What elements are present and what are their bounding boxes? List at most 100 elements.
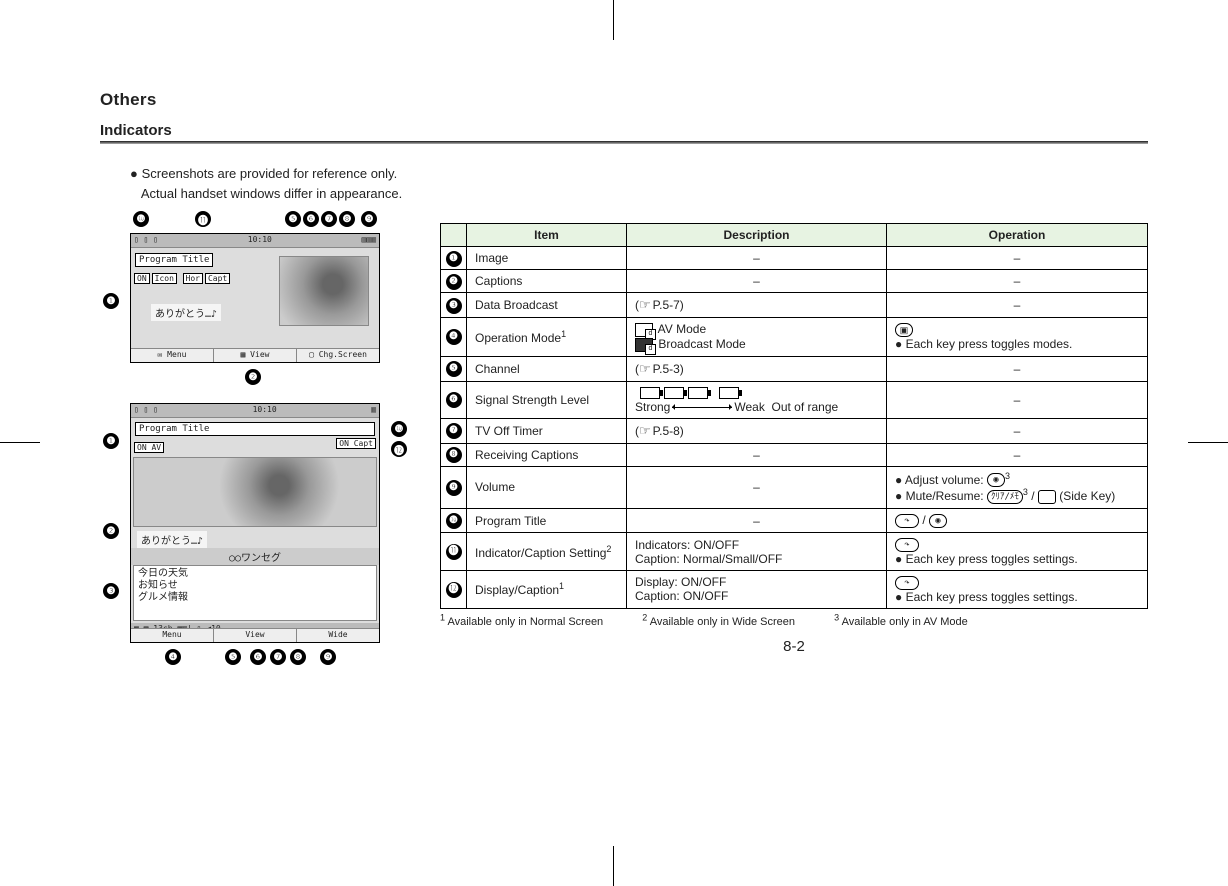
callout-11: ⓫ [195, 211, 211, 227]
row-index-icon: ❺ [446, 361, 462, 377]
on-capt-badge: ON Capt [336, 438, 376, 449]
callout-5b: ❺ [225, 649, 241, 665]
caption-text-jp: ありがとう…♪ [151, 304, 221, 321]
row-desc: – [627, 466, 887, 509]
row-item: Image [467, 247, 627, 270]
row-operation: ▣● Each key press toggles modes. [887, 318, 1148, 357]
softkey-menu: Menu [131, 629, 214, 642]
screenshot-column: ❿ ⓫ ❺ ❻ ❼ ❽ ❾ ❶ ❷ ▯ ▯ ▯ 10:10 ▥▥▥ Progra… [100, 223, 410, 643]
callout-1: ❶ [103, 293, 119, 309]
statusbar-time: 10:10 [248, 235, 272, 246]
softkey-chgscreen: ▢ Chg.Screen [297, 349, 379, 362]
screenshot-normal: ❿ ⓬ ❶ ❷ ❸ ❹ ❺ ❻ ❼ ❽ ❾ ▯ ▯ ▯ 10:10 ▥ [125, 403, 385, 643]
heading-underline [100, 141, 1148, 144]
subsection-heading: Indicators [100, 122, 1148, 139]
row-item: Channel [467, 356, 627, 381]
caption-text-jp: ありがとう…♪ [137, 531, 207, 548]
data-line-1: 今日の天気 [138, 568, 372, 580]
call-key-icon: ↷ [895, 538, 919, 552]
footnote-1-sup: 1 [440, 613, 445, 623]
table-row: ❿Program Title–↷ / ◉ [441, 509, 1148, 533]
callout-2b: ❷ [103, 523, 119, 539]
reference-note: ● Screenshots are provided for reference… [130, 164, 1148, 203]
callout-3: ❸ [103, 583, 119, 599]
center-key-icon: ◉ [929, 514, 947, 528]
table-row: ❼TV Off Timer(P.5-8)– [441, 418, 1148, 443]
data-line-3: グルメ情報 [138, 592, 372, 604]
th-item: Item [467, 224, 627, 247]
data-broadcast-box: 今日の天気 お知らせ グルメ情報 [133, 565, 377, 621]
softkey-wide: Wide [297, 629, 379, 642]
statusbar-left: ▯ ▯ ▯ [134, 405, 158, 416]
row-desc: Display: ON/OFFCaption: ON/OFF [627, 570, 887, 608]
footnote-3-sup: 3 [834, 613, 839, 623]
tv-key-icon: ▣ [895, 323, 913, 337]
data-line-2: お知らせ [138, 580, 372, 592]
section-heading: Others [100, 90, 1148, 110]
statusbar-time: 10:10 [253, 405, 277, 416]
row-index-icon: ❹ [446, 329, 462, 345]
signal-mid-icon [664, 387, 684, 399]
statusbar-right: ▥ [371, 405, 376, 416]
statusbar-left: ▯ ▯ ▯ [134, 235, 158, 246]
broadcast-mode-icon [635, 338, 653, 352]
row-item: TV Off Timer [467, 418, 627, 443]
pointer-icon [639, 298, 653, 312]
footnote-2-sup: 2 [642, 613, 647, 623]
row-item: Display/Caption1 [467, 570, 627, 608]
penguin-image [279, 256, 369, 326]
table-row: ❾Volume–● Adjust volume: ◉3● Mute/Resume… [441, 466, 1148, 509]
page-number: 8-2 [440, 638, 1148, 655]
clear-key-icon: ｸﾘｱ/ﾒﾓ [987, 490, 1023, 504]
penguin-image [133, 457, 377, 527]
row-operation: ↷● Each key press toggles settings. [887, 533, 1148, 571]
row-desc: – [627, 247, 887, 270]
callout-9b: ❾ [320, 649, 336, 665]
row-desc: Indicators: ON/OFFCaption: Normal/Small/… [627, 533, 887, 571]
softkey-menu: ✉ Menu [131, 349, 214, 362]
table-row: ❷Captions–– [441, 270, 1148, 293]
row-operation: – [887, 381, 1148, 418]
row-operation: ● Adjust volume: ◉3● Mute/Resume: ｸﾘｱ/ﾒﾓ… [887, 466, 1148, 509]
row-index-icon: ⓫ [446, 544, 462, 560]
signal-full-icon [640, 387, 660, 399]
table-row: ❸Data Broadcast(P.5-7)– [441, 293, 1148, 318]
row-desc: (P.5-7) [627, 293, 887, 318]
footnote-1: Available only in Normal Screen [447, 616, 603, 628]
callout-12: ⓬ [391, 441, 407, 457]
callout-6b: ❻ [250, 649, 266, 665]
row-operation: – [887, 418, 1148, 443]
row-index-icon: ❿ [446, 513, 462, 529]
data-broadcast-title: ○○ワンセグ [131, 548, 379, 565]
callout-4: ❹ [165, 649, 181, 665]
table-row: ❻Signal Strength Level StrongWeak Out of… [441, 381, 1148, 418]
program-title-box: Program Title [135, 422, 375, 436]
row-operation: – [887, 356, 1148, 381]
on-badge: ON [134, 273, 150, 284]
program-title-box: Program Title [135, 253, 213, 267]
row-desc: – [627, 270, 887, 293]
table-row: ❹Operation Mode1 AV Mode Broadcast Mode▣… [441, 318, 1148, 357]
row-index-icon: ❼ [446, 423, 462, 439]
pointer-icon [639, 362, 653, 376]
statusbar-right: ▥▥▥ [362, 235, 376, 246]
row-operation: ↷● Each key press toggles settings. [887, 570, 1148, 608]
table-row: ❽Receiving Captions–– [441, 443, 1148, 466]
screenshot-wide: ❿ ⓫ ❺ ❻ ❼ ❽ ❾ ❶ ❷ ▯ ▯ ▯ 10:10 ▥▥▥ Progra… [125, 233, 385, 363]
row-desc: – [627, 443, 887, 466]
row-index-icon: ❻ [446, 392, 462, 408]
callout-5: ❺ [285, 211, 301, 227]
signal-out-icon [719, 387, 739, 399]
note-line-1: Screenshots are provided for reference o… [142, 166, 398, 181]
row-index-icon: ❸ [446, 298, 462, 314]
row-index-icon: ❷ [446, 274, 462, 290]
callout-10b: ❿ [391, 421, 407, 437]
nav-key-icon: ◉ [987, 473, 1005, 487]
th-desc: Description [627, 224, 887, 247]
row-desc: StrongWeak Out of range [627, 381, 887, 418]
bullet-icon: ● [130, 164, 138, 184]
note-line-2: Actual handset windows differ in appeara… [141, 186, 402, 201]
callout-8b: ❽ [290, 649, 306, 665]
row-item: Captions [467, 270, 627, 293]
call-key-icon: ↷ [895, 576, 919, 590]
